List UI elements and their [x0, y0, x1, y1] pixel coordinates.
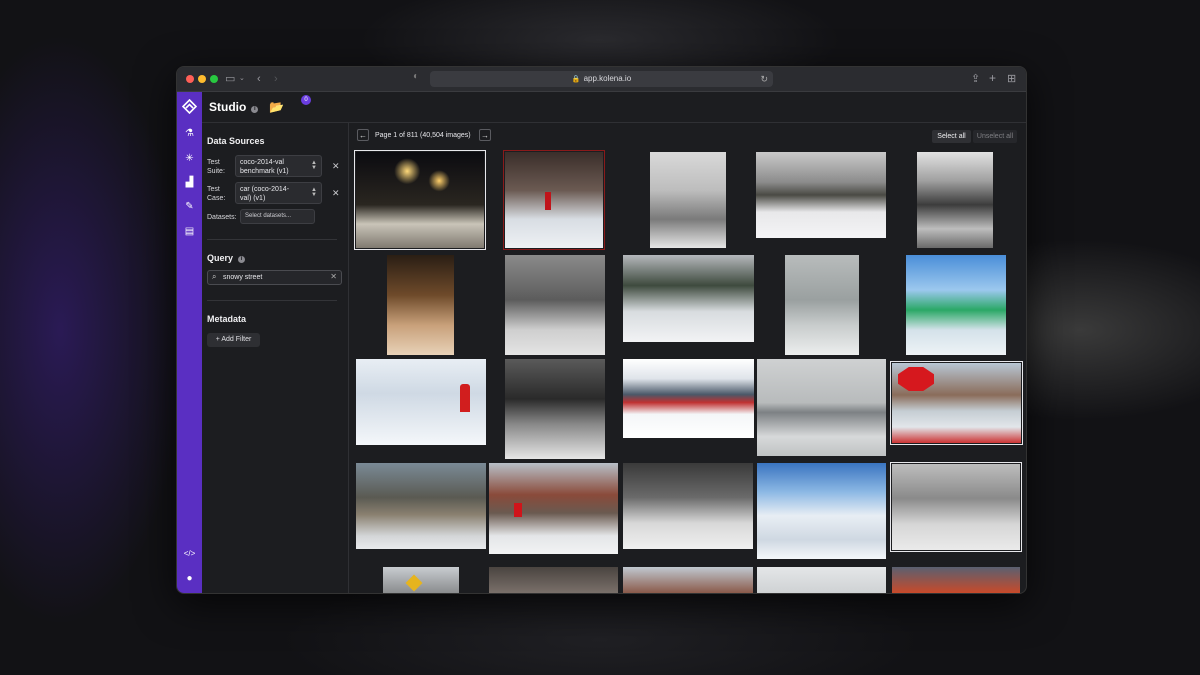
gallery-image[interactable]	[387, 255, 454, 355]
test-case-value-line2: val) (v1)	[240, 195, 266, 202]
gallery-image[interactable]	[757, 567, 886, 593]
network-icon[interactable]: ✳	[177, 153, 202, 164]
gallery-image[interactable]	[890, 462, 1022, 552]
folder-count-badge: 0	[301, 95, 311, 105]
metadata-title: Metadata	[207, 314, 247, 324]
datasets-label: Datasets:	[207, 214, 237, 221]
test-case-label-line2: Case:	[207, 195, 226, 202]
gallery-image[interactable]	[623, 567, 753, 593]
page-title: Studio i	[209, 100, 259, 114]
studio-sidebar: Data Sources Test Suite: coco-2014-val ben…	[202, 123, 349, 593]
kolena-logo-icon[interactable]	[182, 99, 197, 114]
query-text: snowy street	[223, 274, 263, 281]
gallery-image[interactable]	[623, 255, 754, 342]
search-icon: ⌕	[212, 272, 217, 281]
browser-titlebar: ▭ ⌄ ‹ › ◐ 🔒 app.kolena.io ↻ ⇪ + ⊞	[177, 67, 1026, 92]
test-case-label: Test Case:	[207, 185, 225, 203]
test-suite-label-line1: Test	[207, 159, 220, 166]
unselect-all-button[interactable]: Unselect all	[973, 130, 1017, 143]
back-icon[interactable]: ‹	[257, 72, 261, 86]
gallery-image[interactable]	[906, 255, 1006, 355]
page-title-text: Studio	[209, 100, 247, 114]
image-gallery: ← Page 1 of 811 (40,504 images) → Select…	[349, 123, 1026, 593]
query-search-input[interactable]: ⌕ snowy street ✕	[207, 270, 342, 285]
pagination-text: Page 1 of 811 (40,504 images)	[375, 132, 471, 139]
gallery-image[interactable]	[503, 150, 605, 250]
previous-page-button[interactable]: ←	[357, 129, 369, 141]
divider	[207, 239, 337, 240]
forward-icon[interactable]: ›	[274, 72, 278, 86]
gallery-image[interactable]	[757, 463, 886, 559]
maximize-window-button[interactable]	[210, 75, 218, 83]
gallery-image[interactable]	[757, 359, 886, 456]
test-case-select[interactable]: car (coco-2014- val) (v1) ▲ ▼	[235, 182, 322, 204]
new-tab-icon[interactable]: +	[989, 71, 996, 85]
gallery-image[interactable]	[917, 152, 993, 248]
factory-icon[interactable]: ▟	[177, 177, 202, 188]
gallery-image[interactable]	[505, 359, 605, 459]
clear-test-suite-icon[interactable]: ✕	[332, 161, 340, 172]
clear-query-icon[interactable]: ✕	[330, 272, 337, 281]
select-arrows-icon: ▲ ▼	[311, 160, 317, 171]
query-title: Query i	[207, 253, 246, 263]
lock-icon: 🔒	[571, 76, 581, 83]
test-suite-select[interactable]: coco-2014-val benchmark (v1) ▲ ▼	[235, 155, 322, 177]
gallery-image[interactable]	[892, 567, 1020, 593]
test-suite-value-line1: coco-2014-val	[240, 159, 284, 166]
gallery-image[interactable]	[489, 567, 618, 593]
gallery-image[interactable]	[650, 152, 726, 248]
info-icon[interactable]: i	[251, 106, 259, 113]
test-case-label-line1: Test	[207, 186, 220, 193]
privacy-shield-icon[interactable]: ◐	[413, 71, 419, 82]
gallery-image[interactable]	[756, 152, 886, 238]
add-filter-button[interactable]: + Add Filter	[207, 333, 260, 347]
datasets-select[interactable]: Select datasets...	[240, 209, 315, 224]
edit-icon[interactable]: ✎	[177, 201, 202, 212]
gallery-image[interactable]	[785, 255, 859, 355]
select-arrows-icon: ▲ ▼	[311, 187, 317, 198]
next-page-button[interactable]: →	[479, 129, 491, 141]
address-bar[interactable]: 🔒 app.kolena.io ↻	[430, 71, 773, 87]
clear-test-case-icon[interactable]: ✕	[332, 188, 340, 199]
test-suite-label-line2: Suite:	[207, 168, 225, 175]
nav-rail: ⚗ ✳ ▟ ✎ ▤ </> ●	[177, 92, 202, 593]
sidebar-toggle-icon[interactable]: ▭	[225, 72, 235, 86]
reload-icon[interactable]: ↻	[760, 71, 768, 87]
test-suite-value-line2: benchmark (v1)	[240, 168, 289, 175]
tab-overview-icon[interactable]: ⊞	[1007, 72, 1016, 86]
select-all-button[interactable]: Select all	[932, 130, 971, 143]
app-header: Studio i 📂 0	[202, 92, 1026, 123]
docs-icon[interactable]: ▤	[177, 226, 202, 237]
folder-icon[interactable]: 📂	[269, 100, 284, 114]
flask-icon[interactable]: ⚗	[177, 128, 202, 139]
gallery-image[interactable]	[623, 359, 754, 438]
test-case-value-line1: car (coco-2014-	[240, 186, 290, 193]
gallery-image[interactable]	[356, 359, 486, 445]
user-account-icon[interactable]: ●	[177, 573, 202, 584]
plus-icon: +	[215, 336, 220, 343]
share-icon[interactable]: ⇪	[971, 72, 980, 86]
close-window-button[interactable]	[186, 75, 194, 83]
gallery-image[interactable]	[623, 463, 753, 549]
gallery-image[interactable]	[354, 150, 486, 250]
gallery-image[interactable]	[489, 463, 618, 554]
divider	[207, 300, 337, 301]
gallery-image[interactable]	[890, 361, 1023, 445]
add-filter-label: Add Filter	[221, 336, 252, 343]
gallery-image[interactable]	[383, 567, 459, 593]
gallery-image[interactable]	[505, 255, 605, 355]
minimize-window-button[interactable]	[198, 75, 206, 83]
query-title-text: Query	[207, 253, 234, 263]
gallery-image[interactable]	[356, 463, 486, 549]
query-info-icon[interactable]: i	[238, 256, 246, 263]
data-sources-title: Data Sources	[207, 136, 265, 146]
code-icon[interactable]: </>	[177, 549, 202, 558]
test-suite-label: Test Suite:	[207, 158, 225, 176]
browser-window: ▭ ⌄ ‹ › ◐ 🔒 app.kolena.io ↻ ⇪ + ⊞ ⚗ ✳ ▟ ✎…	[176, 66, 1027, 594]
chevron-down-icon[interactable]: ⌄	[239, 72, 245, 86]
url-text: app.kolena.io	[583, 74, 632, 83]
